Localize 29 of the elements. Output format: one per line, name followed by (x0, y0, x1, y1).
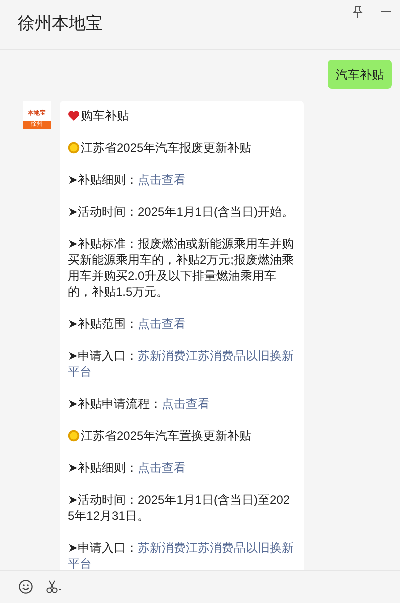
message-paragraph: ➤补贴范围：点击查看 (68, 316, 187, 332)
heart-icon (68, 110, 80, 122)
sun-icon (68, 142, 80, 154)
emoji-icon[interactable] (19, 580, 33, 594)
minimize-icon[interactable] (381, 11, 391, 13)
scissors-icon[interactable] (46, 580, 62, 594)
message-paragraph: ➤申请入口：苏新消费江苏消费品以旧换新 平台 (68, 540, 295, 570)
link[interactable]: 点击查看 (138, 317, 186, 331)
window-title: 徐州本地宝 (18, 12, 103, 36)
message-paragraph: ➤活动时间：2025年1月1日(含当日)开始。 (68, 204, 296, 220)
message-paragraph: ➤补贴标准：报废燃油或新能源乘用车并购买新能源乘用车的，补贴2万元;报废燃油乘用车并购买2.0升及以下排量燃油乘用车的，补贴1.5万元。 (68, 236, 296, 300)
link[interactable]: 平台 (68, 557, 92, 570)
pin-icon[interactable] (353, 6, 363, 18)
link[interactable]: 苏新消费江苏消费品以旧换新 (138, 541, 294, 555)
link[interactable]: 点击查看 (162, 397, 210, 411)
message-paragraph: 购车补贴 (68, 108, 296, 124)
message-paragraph: ➤补贴细则：点击查看 (68, 460, 187, 476)
sun-icon (68, 430, 80, 442)
message-bubble: 汽车补贴 (328, 60, 392, 89)
message-paragraph: 江苏省2025年汽车报废更新补贴 (68, 140, 296, 156)
message-paragraph: 江苏省2025年汽车置换更新补贴 (68, 428, 296, 444)
message-paragraph: ➤补贴申请流程：点击查看 (68, 396, 211, 412)
message-paragraph: ➤活动时间：2025年1月1日(含当日)至2025年12月31日。 (68, 492, 292, 524)
link[interactable]: 点击查看 (138, 461, 186, 475)
link[interactable]: 苏新消费江苏消费品以旧换新 (138, 349, 294, 363)
link[interactable]: 点击查看 (138, 173, 186, 187)
message-paragraph: ➤补贴细则：点击查看 (68, 172, 187, 188)
link[interactable]: 平台 (68, 365, 92, 379)
message-paragraph: ➤申请入口：苏新消费江苏消费品以旧换新 平台 (68, 348, 295, 380)
